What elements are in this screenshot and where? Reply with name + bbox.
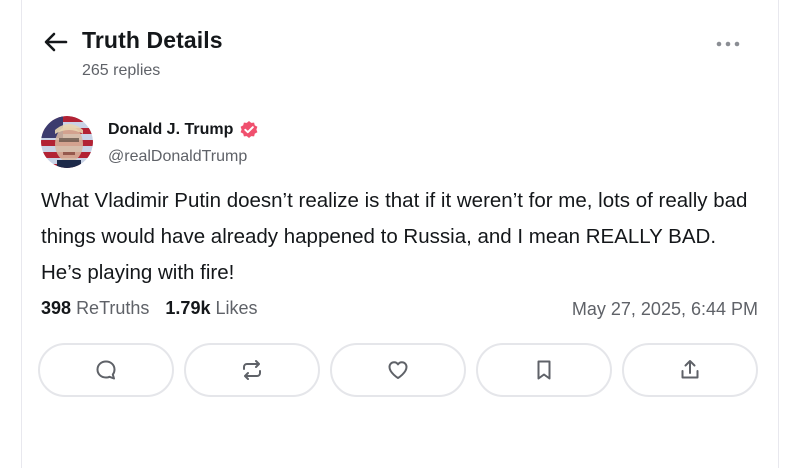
likes-stat[interactable]: 1.79k Likes: [165, 298, 257, 319]
share-button[interactable]: [622, 343, 758, 397]
post-stats: 398 ReTruths 1.79k Likes: [41, 298, 258, 319]
avatar[interactable]: [41, 116, 93, 168]
more-horizontal-icon: [716, 41, 740, 47]
author-name-text: Donald J. Trump: [108, 121, 234, 138]
retruth-icon: [243, 360, 261, 380]
bookmark-icon: [537, 360, 551, 380]
likes-label: Likes: [215, 298, 258, 318]
action-bar: [38, 343, 758, 397]
heart-icon: [388, 361, 408, 379]
like-button[interactable]: [330, 343, 466, 397]
page-title: Truth Details: [82, 27, 223, 53]
reply-button[interactable]: [38, 343, 174, 397]
verified-badge-icon: [239, 120, 259, 140]
author-name[interactable]: Donald J. Trump: [108, 120, 259, 140]
post-text: What Vladimir Putin doesn’t realize is t…: [41, 189, 748, 284]
reply-count: 265 replies: [82, 62, 161, 79]
more-options-button[interactable]: [712, 34, 744, 54]
page: Truth Details 265 replies Donald J. Trum…: [0, 0, 798, 468]
back-button[interactable]: [42, 30, 70, 54]
arrow-left-icon: [44, 32, 68, 52]
retruths-label: ReTruths: [76, 298, 150, 318]
bookmark-button[interactable]: [476, 343, 612, 397]
retruths-count: 398: [41, 298, 72, 318]
retruths-stat[interactable]: 398 ReTruths: [41, 298, 149, 319]
reply-icon: [96, 360, 116, 380]
author-handle[interactable]: @realDonaldTrump: [108, 148, 247, 166]
post-timestamp: May 27, 2025, 6:44 PM: [571, 299, 758, 319]
retruth-button[interactable]: [184, 343, 320, 397]
likes-count: 1.79k: [165, 298, 211, 318]
share-icon: [681, 360, 699, 379]
